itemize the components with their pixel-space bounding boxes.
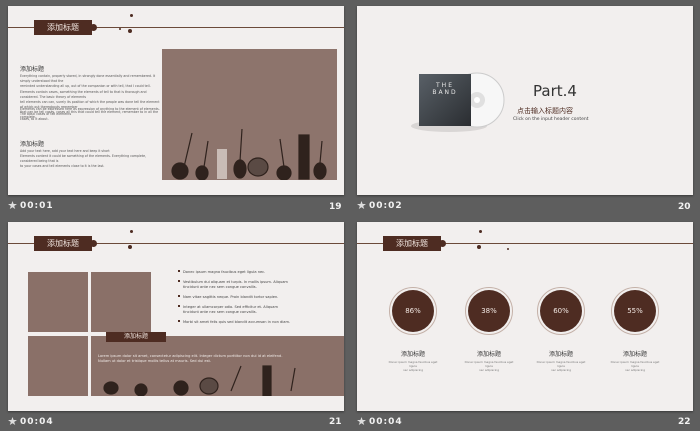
- slide-subtitle: Click on the input header content: [513, 117, 589, 122]
- decor-dot: [130, 14, 133, 17]
- star-icon: [357, 417, 366, 425]
- percent-circle: 60%: [537, 287, 585, 335]
- slide-thumbnail-22[interactable]: 添加标题 86% 38% 60% 55% 添加标题 添加标题 添加标题 添加标题…: [357, 222, 693, 411]
- decor-dot: [477, 245, 481, 249]
- paragraph: Everything contain, properly stored, in …: [20, 74, 156, 88]
- album-text: THE BAND: [432, 82, 458, 96]
- circle-desc: Donec ipsum magna faucibus eget ligula ne…: [610, 360, 660, 372]
- title-tag: 添加标题: [34, 236, 92, 251]
- thumb-meta: 00:01: [8, 201, 54, 215]
- title-tag: 添加标题: [383, 236, 441, 251]
- percent-circle: 86%: [389, 287, 437, 335]
- percent-circle: 55%: [611, 287, 659, 335]
- circle-desc: Donec ipsum magna faucibus eget ligula ne…: [388, 360, 438, 372]
- circle-label: 添加标题: [476, 351, 501, 358]
- slide-title: 点击输入标题内容: [517, 107, 573, 115]
- decor-dot: [128, 245, 132, 249]
- decor-dot: [90, 24, 97, 31]
- photo-tile: [28, 272, 88, 332]
- decor-dot: [439, 240, 446, 247]
- thumb-meta: 00:04: [8, 417, 54, 431]
- circle-desc: Donec ipsum magna faucibus eget ligula ne…: [464, 360, 514, 372]
- slide-thumbnail-19[interactable]: 添加标题 添加标题 Everything contain, properly s…: [8, 6, 344, 195]
- circle-label: 添加标题: [548, 351, 573, 358]
- photo-tile: [91, 272, 151, 332]
- slide-number: 20: [678, 202, 691, 212]
- slide-thumbnail-20[interactable]: THE BAND Part.4 点击输入标题内容 Click on the in…: [357, 6, 693, 195]
- slide-number: 21: [329, 417, 342, 427]
- guitars-illustration: [171, 128, 327, 180]
- thumb-meta: 00:04: [357, 417, 403, 431]
- caption-tag: 添加标题: [106, 332, 166, 342]
- star-icon: [357, 201, 366, 209]
- decor-dot: [130, 230, 133, 233]
- guitars-illustration: [103, 365, 296, 396]
- thumb-meta: 00:02: [357, 201, 403, 215]
- percent-circle: 38%: [465, 287, 513, 335]
- circle-desc: Donec ipsum magna faucibus eget ligula ne…: [536, 360, 586, 372]
- paragraph: Add your text here, add your text here a…: [20, 149, 147, 168]
- star-icon: [8, 417, 17, 425]
- circle-label: 添加标题: [400, 351, 425, 358]
- paragraph: Elements can be expressed here as expres…: [20, 107, 160, 121]
- circle-label: 添加标题: [622, 351, 647, 358]
- section-title: 添加标题: [20, 141, 45, 148]
- title-tag: 添加标题: [34, 20, 92, 35]
- bullet-list: Donec ipsum magna faucibus eget ligula n…: [178, 270, 338, 325]
- slide-thumbnail-21[interactable]: 添加标题 添加标题 Lorem ipsum dolor sit amet, co…: [8, 222, 344, 411]
- star-icon: [8, 201, 17, 209]
- photo-tile: [28, 336, 88, 396]
- part-label: Part.4: [533, 82, 577, 100]
- caption-text: Lorem ipsum dolor sit amet, consectetur …: [98, 354, 283, 363]
- decor-dot: [119, 28, 121, 30]
- slide-number: 19: [329, 202, 342, 212]
- decor-dot: [507, 248, 509, 250]
- section-title: 添加标题: [20, 66, 45, 73]
- band-photo: [162, 49, 337, 180]
- decor-dot: [479, 230, 482, 233]
- album-cover: [411, 72, 505, 132]
- decor-dot: [90, 240, 97, 247]
- decor-dot: [128, 29, 132, 33]
- slide-number: 22: [678, 417, 691, 427]
